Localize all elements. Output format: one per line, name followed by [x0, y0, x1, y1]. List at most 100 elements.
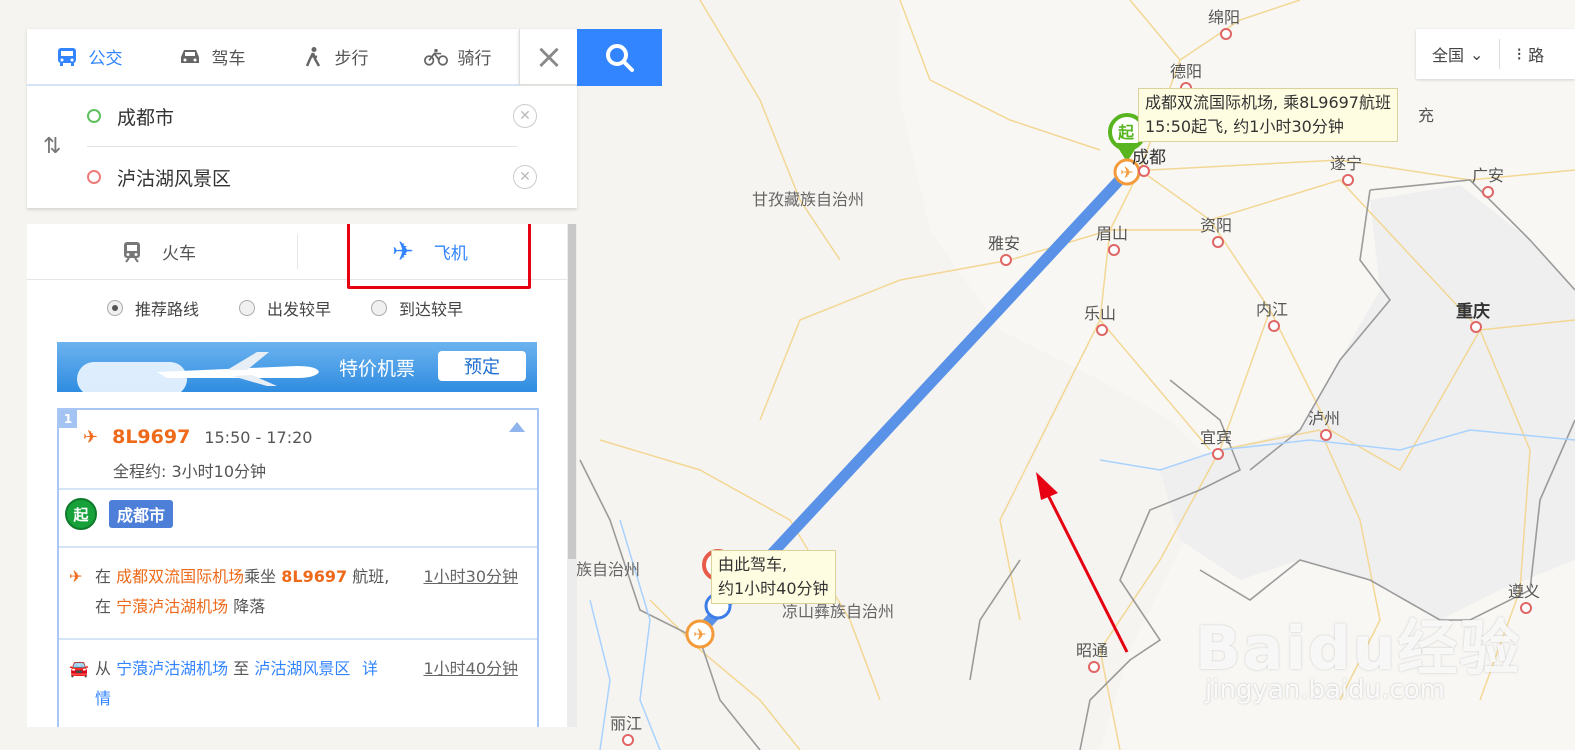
- end-popup-line2: 约1小时40分钟: [718, 579, 829, 598]
- radio-icon: [239, 300, 256, 316]
- city-label-mianyang: 绵阳: [1208, 4, 1240, 40]
- divider: [59, 638, 537, 640]
- clear-end-icon[interactable]: ✕: [513, 165, 537, 189]
- divider: [297, 234, 298, 269]
- end-value: 泸沽湖风景区: [117, 167, 232, 190]
- map-controls: 全国 ⌄ ⁝ 路: [1416, 29, 1575, 79]
- route-plan-card[interactable]: 1 ✈ 8L9697 15:50 - 17:20 全程约: 3小时10分钟 起 …: [57, 408, 539, 727]
- region-selector-label: 全国: [1432, 46, 1465, 65]
- clear-start-icon[interactable]: ✕: [513, 104, 537, 128]
- departure-airport: 成都双流国际机场: [116, 567, 245, 586]
- transit-subtabs: 火车 ✈ 飞机: [27, 224, 567, 289]
- divider: [59, 488, 537, 490]
- transport-mode-tabs: 公交 驾车 步行 骑行: [27, 29, 519, 86]
- end-dot-icon: [87, 170, 101, 184]
- flight-header: ✈ 8L9697 15:50 - 17:20: [83, 426, 312, 448]
- city-label-zunyi: 遵义: [1508, 578, 1540, 614]
- tab-bike-label: 骑行: [457, 49, 492, 69]
- sort-recommended[interactable]: 推荐路线: [107, 296, 199, 320]
- city-label-nanchong-partial: 充: [1418, 106, 1435, 125]
- start-dot-icon: [87, 109, 101, 123]
- end-popup-line1: 由此驾车,: [718, 555, 788, 574]
- train-icon: [124, 241, 140, 263]
- plan-index: 1: [59, 410, 77, 428]
- flight-time: 15:50 - 17:20: [204, 428, 313, 447]
- bus-icon: [57, 47, 76, 66]
- book-button[interactable]: 预定: [438, 351, 526, 381]
- airplane-graphic: [157, 352, 319, 386]
- sort-recommended-label: 推荐路线: [135, 300, 200, 319]
- region-label-partial: 族自治州: [576, 560, 641, 579]
- end-popup: 由此驾车, 约1小时40分钟: [711, 550, 836, 604]
- flight-step-duration[interactable]: 1小时30分钟: [423, 562, 518, 592]
- city-label-chongqing: 重庆: [1456, 297, 1490, 333]
- start-row: 起 成都市: [65, 498, 174, 530]
- city-label-neijiang: 内江: [1256, 296, 1288, 332]
- search-button[interactable]: [577, 29, 662, 86]
- sort-early-arrival[interactable]: 到达较早: [371, 296, 463, 320]
- city-label-meishan: 眉山: [1096, 220, 1128, 256]
- tab-train-label: 火车: [162, 244, 196, 264]
- plane-icon: ✈: [69, 567, 83, 586]
- sort-early-departure-label: 出发较早: [267, 300, 332, 319]
- highlight-box: [347, 224, 531, 289]
- tab-bike[interactable]: 骑行: [396, 44, 519, 69]
- start-value: 成都市: [117, 106, 175, 129]
- radio-icon: [371, 300, 388, 316]
- drive-step[interactable]: 🚘 从 宁蒗泸沽湖机场 至 泸沽湖风景区 详 1小时40分钟 情: [69, 654, 524, 714]
- traffic-light-icon: ⁝: [1516, 43, 1523, 65]
- scrollbar-thumb[interactable]: [568, 224, 576, 559]
- close-button[interactable]: ×: [519, 29, 578, 84]
- tab-transit-label: 公交: [88, 49, 123, 69]
- results-panel: 火车 ✈ 飞机 推荐路线 出发较早 到达较早 特价机票 预定 1 ✈ 8L969…: [27, 224, 577, 727]
- step-flight-number: 8L9697: [281, 567, 348, 586]
- city-label-luzhou: 泸州: [1308, 405, 1340, 441]
- drive-to: 泸沽湖风景区: [254, 659, 351, 678]
- svg-text:✈: ✈: [693, 625, 706, 644]
- city-label-guangan: 广安: [1472, 162, 1504, 198]
- city-label-lijiang: 丽江: [610, 710, 642, 746]
- traffic-toggle[interactable]: ⁝ 路: [1500, 42, 1560, 66]
- sort-early-arrival-label: 到达较早: [399, 300, 464, 319]
- arrival-airport: 宁蒗泸沽湖机场: [116, 597, 229, 616]
- bike-icon: [423, 48, 448, 66]
- walk-icon: [305, 46, 320, 67]
- city-label-suining: 遂宁: [1330, 150, 1362, 186]
- start-field[interactable]: 成都市 ✕: [87, 86, 537, 147]
- start-badge-icon: 起: [65, 498, 97, 530]
- start-popup-line2: 15:50起飞, 约1小时30分钟: [1145, 117, 1344, 136]
- tab-drive-label: 驾车: [211, 49, 246, 69]
- car-icon: 🚘: [69, 659, 89, 678]
- tab-transit[interactable]: 公交: [27, 44, 150, 69]
- city-label-leshan: 乐山: [1084, 300, 1116, 336]
- start-marker-label: 起: [1118, 123, 1135, 142]
- scrollbar[interactable]: [567, 224, 577, 727]
- city-label-yaan: 雅安: [988, 230, 1020, 266]
- drive-step-duration[interactable]: 1小时40分钟: [423, 654, 518, 684]
- drive-step-detail-link[interactable]: 详: [362, 654, 384, 684]
- total-duration: 全程约: 3小时10分钟: [113, 462, 267, 481]
- tab-walk[interactable]: 步行: [273, 44, 396, 69]
- sort-early-departure[interactable]: 出发较早: [239, 296, 331, 320]
- city-label-chengdu: 成都: [1132, 143, 1166, 177]
- tab-train[interactable]: 火车: [122, 224, 196, 279]
- flight-number: 8L9697: [112, 426, 191, 448]
- tab-walk-label: 步行: [334, 49, 369, 69]
- start-popup: 成都双流国际机场, 乘8L9697航班 15:50起飞, 约1小时30分钟: [1138, 88, 1398, 142]
- region-selector[interactable]: 全国 ⌄: [1416, 42, 1499, 66]
- city-label-yibin: 宜宾: [1200, 424, 1232, 460]
- start-city-tag: 成都市: [109, 500, 174, 528]
- end-field[interactable]: 泸沽湖风景区 ✕: [87, 147, 537, 207]
- collapse-icon[interactable]: [509, 422, 525, 432]
- swap-icon[interactable]: ⇅: [43, 134, 61, 159]
- car-icon: [180, 49, 199, 63]
- watermark: Baidu经验: [1195, 614, 1522, 684]
- ticket-banner[interactable]: 特价机票 预定: [57, 342, 537, 392]
- city-label-deyang: 德阳: [1170, 58, 1202, 94]
- flight-step[interactable]: ✈ 在 成都双流国际机场乘坐 8L9697 航班, 在 宁蒗泸沽湖机场 降落 1小…: [69, 562, 524, 622]
- drive-from: 宁蒗泸沽湖机场: [116, 659, 229, 678]
- detail-link[interactable]: 情: [69, 684, 524, 714]
- flight-step-line2: 在 宁蒗泸沽湖机场 降落: [95, 597, 266, 616]
- start-popup-line1: 成都双流国际机场, 乘8L9697航班: [1145, 93, 1391, 112]
- tab-drive[interactable]: 驾车: [150, 44, 273, 69]
